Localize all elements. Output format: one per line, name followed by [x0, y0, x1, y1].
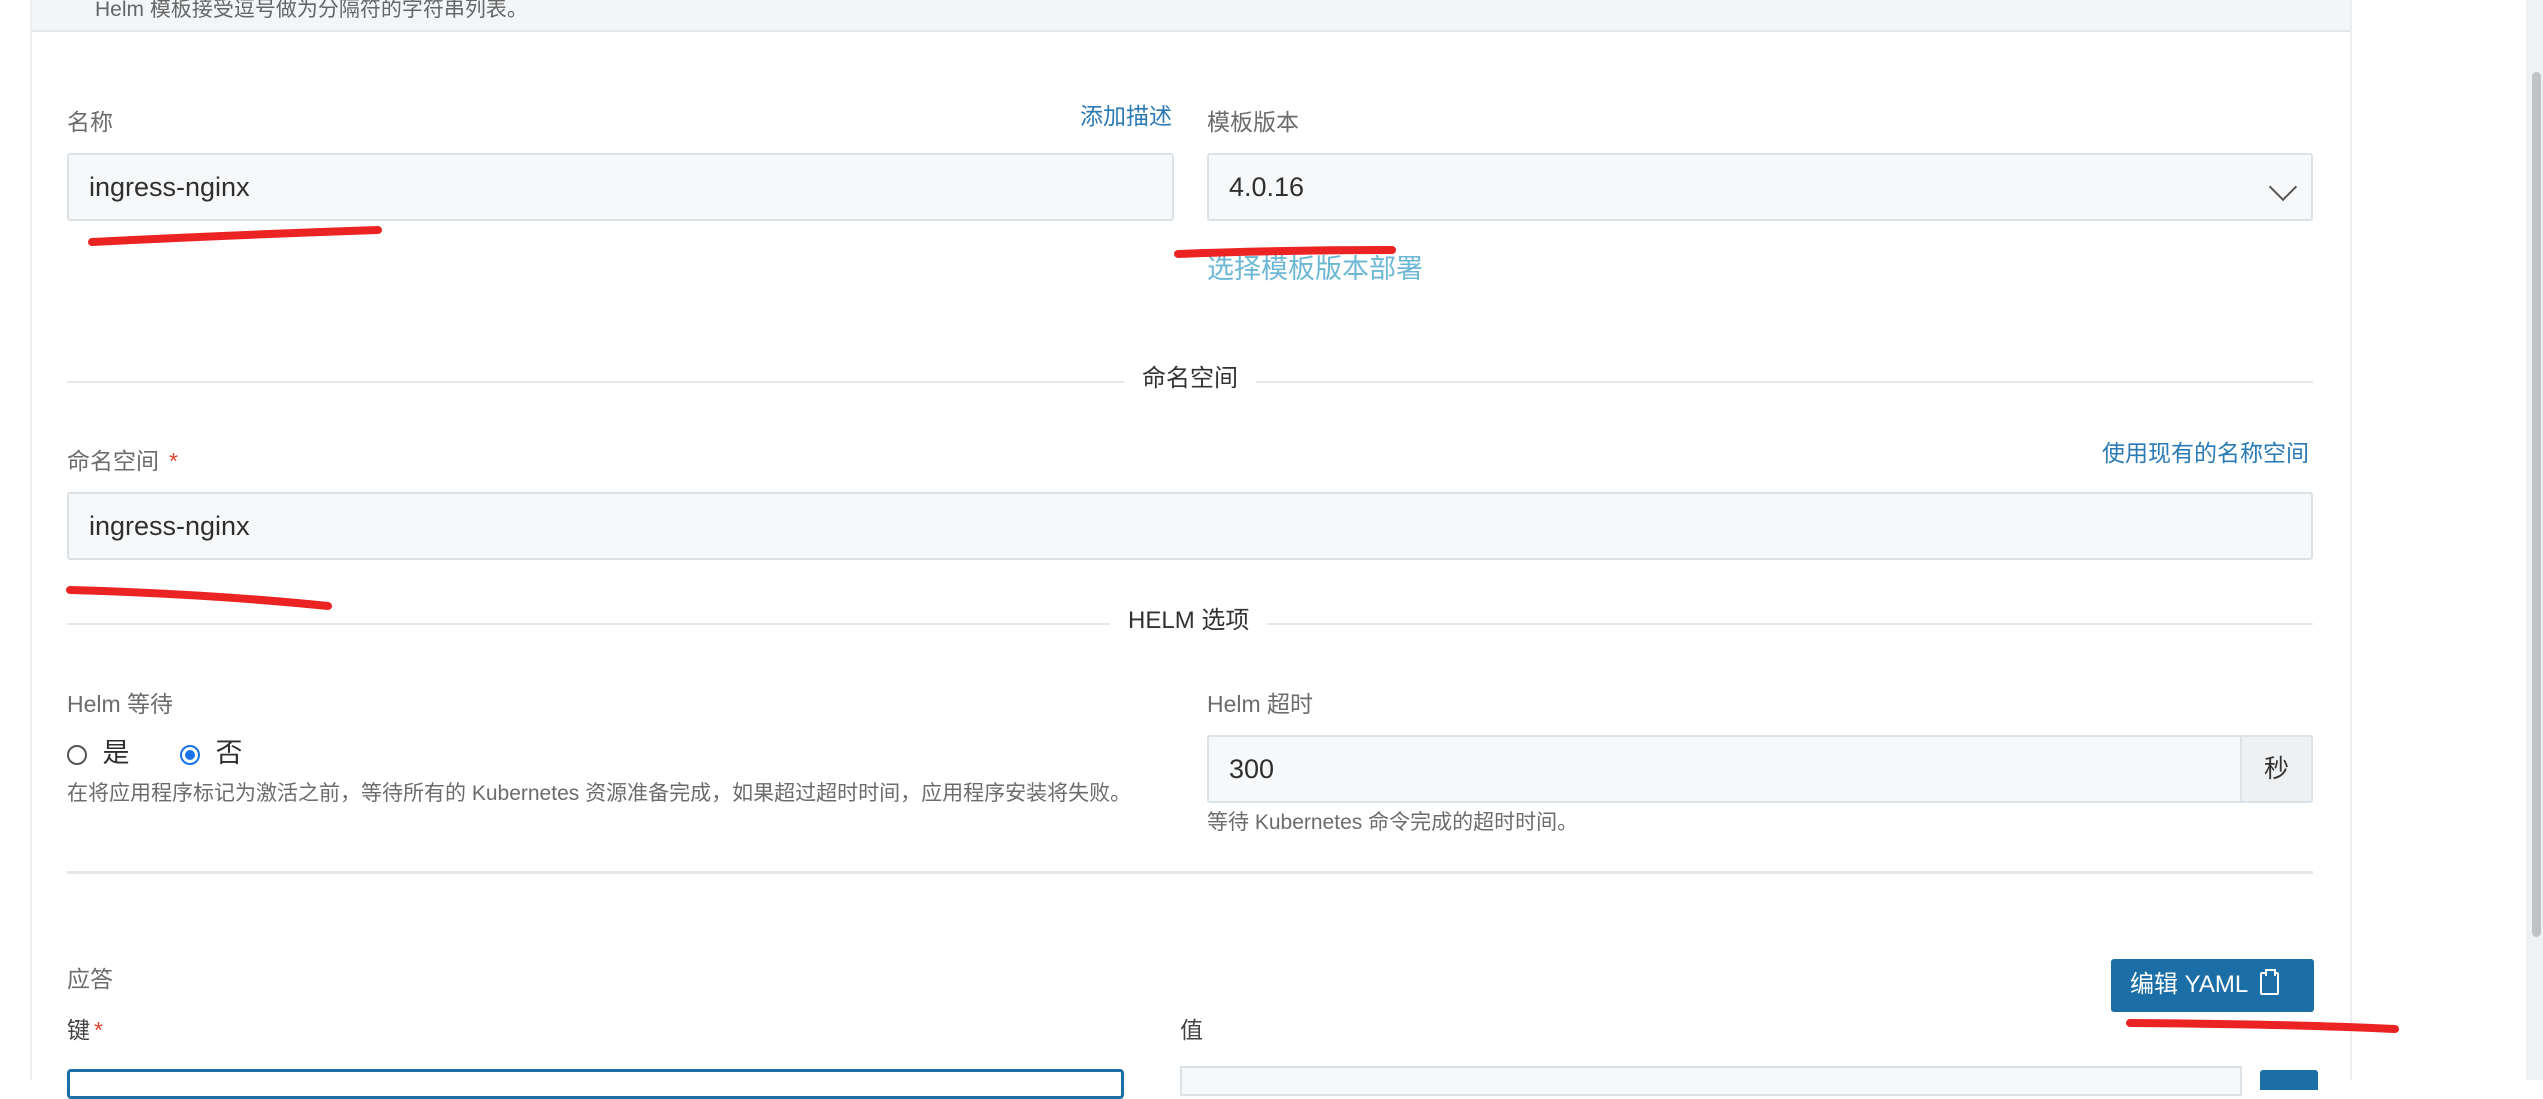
- value-label: 值: [1180, 1017, 1203, 1043]
- key-required-mark: *: [94, 1017, 103, 1043]
- helm-wait-help: 在将应用程序标记为激活之前，等待所有的 Kubernetes 资源准备完成，如果…: [67, 782, 1132, 805]
- helm-wait-option-yes[interactable]: 是: [67, 738, 130, 768]
- select-template-version-link[interactable]: 选择模板版本部署: [1207, 254, 1423, 284]
- answer-value-input[interactable]: [1180, 1066, 2242, 1096]
- add-description-link[interactable]: 添加描述: [1080, 101, 1172, 131]
- namespace-label: 命名空间 *: [67, 446, 178, 476]
- notice-banner: Helm 模板接受逗号做为分隔符的字符串列表。: [32, 0, 2350, 32]
- notice-text: Helm 模板接受逗号做为分隔符的字符串列表。: [95, 0, 528, 21]
- name-label: 名称: [67, 109, 113, 135]
- template-version-label: 模板版本: [1207, 109, 1299, 135]
- section-separator: [67, 871, 2313, 874]
- key-label: 键 *: [67, 1015, 103, 1045]
- key-label-text: 键: [67, 1017, 90, 1043]
- answer-value-action-button[interactable]: [2260, 1070, 2318, 1090]
- helm-timeout-input[interactable]: 300: [1207, 735, 2242, 803]
- namespace-input[interactable]: ingress-nginx: [67, 492, 2313, 560]
- template-version-select[interactable]: 4.0.16: [1207, 153, 2313, 221]
- edit-yaml-label: 编辑 YAML: [2130, 971, 2249, 998]
- namespace-section-heading: 命名空间: [1124, 364, 1256, 394]
- timeout-unit-addon: 秒: [2242, 735, 2313, 803]
- namespace-label-text: 命名空间: [67, 448, 159, 474]
- radio-yes-label: 是: [102, 738, 130, 768]
- radio-no-label: 否: [215, 738, 243, 768]
- helm-wait-option-no[interactable]: 否: [180, 738, 243, 768]
- chevron-down-icon: [2268, 172, 2298, 202]
- edit-yaml-button[interactable]: 编辑 YAML: [2111, 959, 2314, 1012]
- helm-wait-label: Helm 等待: [67, 691, 174, 717]
- radio-no[interactable]: [180, 744, 200, 765]
- helm-timeout-help: 等待 Kubernetes 命令完成的超时时间。: [1207, 811, 1579, 834]
- use-existing-namespace-link[interactable]: 使用现有的名称空间: [2102, 438, 2309, 468]
- helm-timeout-label: Helm 超时: [1207, 691, 1314, 717]
- name-input[interactable]: ingress-nginx: [67, 153, 1174, 221]
- scrollbar-thumb[interactable]: [2532, 72, 2541, 937]
- clipboard-icon: [2260, 969, 2280, 996]
- required-mark: *: [169, 448, 178, 474]
- template-version-value: 4.0.16: [1229, 172, 1305, 202]
- answers-title: 应答: [67, 966, 113, 992]
- answer-key-input[interactable]: [67, 1069, 1124, 1099]
- card-left-edge: [30, 0, 32, 1080]
- helm-section-heading: HELM 选项: [1110, 606, 1268, 636]
- card-right-edge: [2350, 0, 2352, 1080]
- radio-yes[interactable]: [67, 744, 87, 765]
